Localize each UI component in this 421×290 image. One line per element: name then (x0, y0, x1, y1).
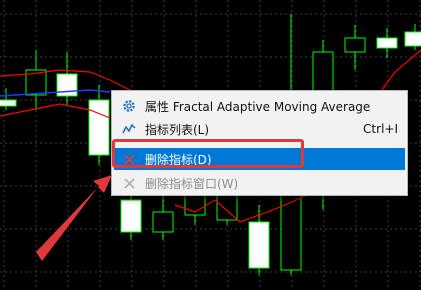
annotation-arrow (36, 175, 112, 261)
annotation-arrow-shape (36, 175, 112, 261)
